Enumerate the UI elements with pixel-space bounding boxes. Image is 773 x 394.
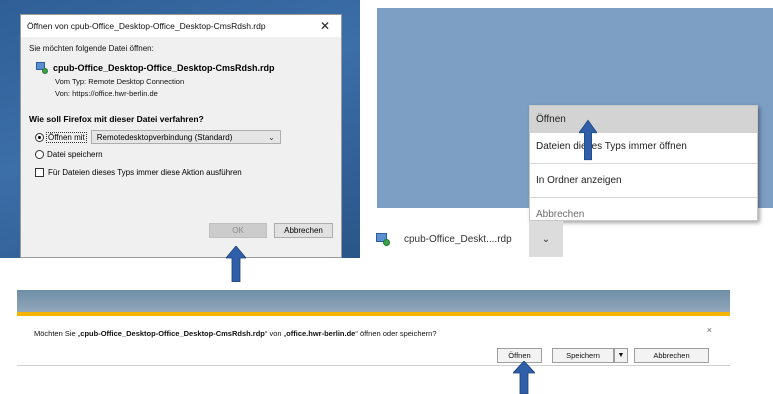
file-source-value: https://office.hwr-berlin.de [72,89,158,98]
file-type-value: Remote Desktop Connection [88,77,185,86]
notification-message: Möchten Sie „cpub-Office_Desktop-Office_… [34,329,437,338]
notification-host: office.hwr-berlin.de [286,329,356,338]
open-with-row: Öffnen mit Remotedesktopverbindung (Stan… [35,130,341,144]
close-icon[interactable]: ✕ [315,18,335,34]
menu-item-show-in-folder[interactable]: In Ordner anzeigen [530,167,757,194]
file-type-label: Vom Typ: [55,77,87,86]
menu-divider [530,197,757,198]
always-do-row: Für Dateien dieses Typs immer diese Akti… [35,168,341,177]
menu-item-cancel[interactable]: Abbrechen [530,201,757,228]
file-source-row: Von: https://office.hwr-berlin.de [55,88,341,100]
file-name: cpub-Office_Desktop-Office_Desktop-CmsRd… [53,63,275,73]
cancel-button[interactable]: Abbrechen [634,348,709,363]
dialog-title: Öffnen von cpub-Office_Desktop-Office_De… [27,21,266,31]
notification-file-name: cpub-Office_Desktop-Office_Desktop-CmsRd… [80,329,265,338]
download-file-name: cpub-Office_Deskt....rdp [404,233,512,245]
remote-desktop-file-icon [376,232,390,246]
download-item[interactable]: cpub-Office_Deskt....rdp ⌄ [371,221,563,257]
notification-msg-middle: “ von „ [264,329,287,338]
notification-msg-prefix: Möchten Sie „ [34,329,81,338]
file-source-label: Von: [55,89,71,98]
open-with-app-select[interactable]: Remotedesktopverbindung (Standard) ⌄ [90,130,281,144]
save-file-row: Datei speichern [35,150,341,159]
save-file-radio[interactable] [35,150,44,159]
menu-item-open[interactable]: Öffnen [530,106,757,133]
save-file-label[interactable]: Datei speichern [47,150,103,159]
file-meta: Vom Typ: Remote Desktop Connection Von: … [55,76,341,100]
chevron-down-icon: ⌄ [541,233,551,245]
dialog-titlebar: Öffnen von cpub-Office_Desktop-Office_De… [21,15,341,37]
chevron-down-icon: ⌄ [268,132,275,142]
firefox-open-dialog: Öffnen von cpub-Office_Desktop-Office_De… [20,14,342,258]
dialog-body: Sie möchten folgende Datei öffnen: cpub-… [21,37,341,258]
file-type-row: Vom Typ: Remote Desktop Connection [55,76,341,88]
dialog-question: Sie möchten folgende Datei öffnen: [29,44,154,53]
always-do-checkbox[interactable] [35,168,44,177]
remote-desktop-file-icon [36,62,48,74]
up-arrow-icon [513,361,535,394]
save-button[interactable]: Speichern [552,348,614,363]
download-menu-button[interactable]: ⌄ [529,221,563,257]
download-context-menu: Öffnen Dateien dieses Typs immer öffnen … [529,105,758,221]
save-dropdown-button[interactable]: ▼ [614,348,628,363]
up-arrow-icon [226,246,246,282]
menu-item-always-open[interactable]: Dateien dieses Typs immer öffnen [530,133,757,160]
menu-divider [530,163,757,164]
action-heading: Wie soll Firefox mit dieser Datei verfah… [29,114,204,124]
ok-button[interactable]: OK [209,223,267,238]
notification-msg-suffix: “ öffnen oder speichern? [355,329,437,338]
cancel-button[interactable]: Abbrechen [274,223,333,238]
ie-notification-bar: Möchten Sie „cpub-Office_Desktop-Office_… [17,312,730,366]
file-row: cpub-Office_Desktop-Office_Desktop-CmsRd… [36,62,341,74]
close-icon[interactable]: × [707,325,712,335]
open-with-radio[interactable] [35,132,44,142]
up-arrow-icon [579,119,597,161]
open-with-app-value: Remotedesktopverbindung (Standard) [96,132,233,142]
open-with-label[interactable]: Öffnen mit [46,131,87,143]
always-do-label[interactable]: Für Dateien dieses Typs immer diese Akti… [48,168,242,177]
